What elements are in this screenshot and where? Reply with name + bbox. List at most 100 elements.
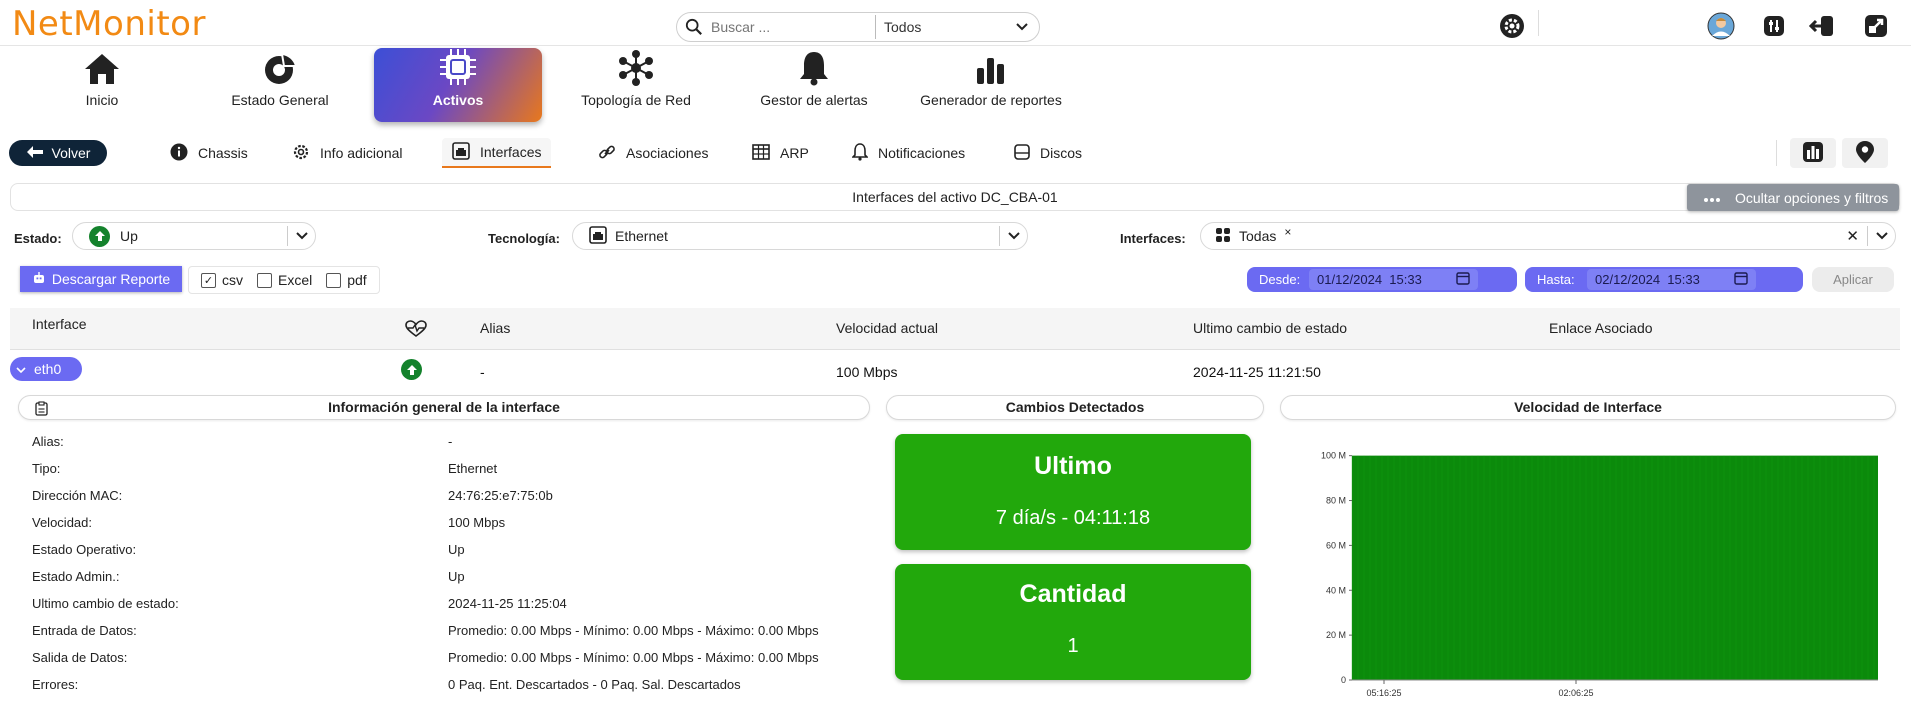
hasta-value: 02/12/2024 15:33 [1595, 272, 1700, 287]
avatar[interactable] [1707, 12, 1735, 40]
hide-filters-button[interactable]: Ocultar opciones y filtros [1687, 184, 1899, 211]
map-view-button[interactable] [1842, 138, 1888, 168]
settings-gear-icon[interactable] [1498, 12, 1526, 40]
col-speed[interactable]: Velocidad actual [836, 320, 938, 336]
table-row[interactable]: eth0 - 100 Mbps 2024-11-25 11:21:50 [10, 352, 1900, 388]
col-last-change[interactable]: Ultimo cambio de estado [1193, 320, 1347, 336]
csv-option[interactable]: ✓ csv [201, 272, 243, 289]
tab-asociaciones[interactable]: Asociaciones [598, 138, 709, 168]
app-logo[interactable]: NetMonitor [12, 4, 206, 44]
pdf-option[interactable]: pdf [326, 272, 367, 289]
nav-estado-general[interactable]: Estado General [220, 48, 340, 122]
excel-option[interactable]: Excel [257, 272, 312, 289]
pie-chart-icon [220, 48, 340, 92]
nav-label: Gestor de alertas [760, 92, 868, 108]
bell-icon [851, 142, 869, 164]
bar-chart-icon [916, 48, 1066, 92]
top-divider [1538, 10, 1539, 36]
count-title: Cantidad [1019, 580, 1127, 608]
search-scope-value: Todos [884, 19, 922, 35]
checkbox-icon[interactable] [326, 273, 342, 289]
download-report-button[interactable]: Descargar Reporte [20, 266, 182, 292]
sub-nav: Volver Chassis Info adicional Interfaces… [0, 138, 1911, 170]
excel-label: Excel [278, 271, 313, 288]
interfaces-label: Interfaces: [1120, 231, 1186, 246]
back-button[interactable]: Volver [9, 140, 107, 166]
logout-icon[interactable] [1808, 12, 1836, 40]
checkbox-checked-icon[interactable]: ✓ [201, 273, 216, 289]
tab-info-adicional[interactable]: Info adicional [292, 138, 403, 168]
row-last-change: 2024-11-25 11:21:50 [1193, 364, 1321, 380]
tab-label: ARP [780, 145, 809, 161]
apply-button[interactable]: Aplicar [1812, 267, 1894, 292]
stats-view-button[interactable] [1790, 138, 1836, 168]
estado-select[interactable]: Up [72, 222, 316, 250]
desde-date-field[interactable]: Desde: 01/12/2024 15:33 [1247, 267, 1517, 292]
x-tick-label: 05:16:25 [1366, 688, 1401, 698]
search-scope-select[interactable]: Todos [876, 19, 1039, 35]
heart-pulse-icon[interactable] [405, 320, 427, 341]
sliders-icon[interactable] [1760, 12, 1788, 40]
info-icon [170, 143, 188, 164]
nav-gestor-alertas[interactable]: Gestor de alertas [752, 48, 876, 122]
open-window-icon[interactable] [1862, 12, 1890, 40]
clear-icon[interactable]: ✕ [1846, 227, 1859, 245]
subnav-divider [1776, 140, 1777, 166]
checkbox-icon[interactable] [257, 273, 272, 289]
col-alias[interactable]: Alias [480, 320, 510, 336]
status-up-icon [89, 225, 110, 247]
calendar-icon[interactable] [1734, 271, 1748, 288]
nav-generador-reportes[interactable]: Generador de reportes [916, 48, 1066, 122]
chip-remove-icon[interactable]: × [1284, 225, 1291, 239]
interfaces-select[interactable]: Todas × ✕ [1200, 222, 1896, 250]
info-label: Ultimo cambio de estado: [32, 596, 179, 611]
main-nav: Inicio Estado General Activos Topología … [0, 48, 1911, 124]
estado-label: Estado: [14, 231, 62, 246]
hasta-date-field[interactable]: Hasta: 02/12/2024 15:33 [1525, 267, 1803, 292]
hasta-input[interactable]: 02/12/2024 15:33 [1587, 269, 1756, 290]
y-tick-label: 60 M [1326, 540, 1346, 550]
nav-label: Activos [432, 92, 484, 108]
info-label: Dirección MAC: [32, 488, 123, 503]
chevron-down-icon [1867, 226, 1895, 246]
col-interface[interactable]: Interface [32, 316, 86, 332]
y-tick-label: 100 M [1321, 451, 1346, 461]
nav-topologia[interactable]: Topología de Red [572, 48, 700, 122]
bar-chart-icon [1802, 141, 1824, 166]
info-label: Estado Operativo: [32, 542, 137, 557]
expand-row-button[interactable]: eth0 [10, 357, 82, 381]
desde-input[interactable]: 01/12/2024 15:33 [1309, 269, 1478, 290]
back-label: Volver [51, 145, 91, 161]
tecnologia-select[interactable]: Ethernet [572, 222, 1028, 250]
chevron-down-icon [16, 361, 26, 377]
estado-value: Up [120, 228, 138, 244]
chevron-down-icon [287, 226, 315, 246]
tecnologia-value: Ethernet [615, 228, 668, 244]
ethernet-icon [452, 141, 470, 163]
robot-icon [32, 271, 46, 288]
tab-interfaces[interactable]: Interfaces [442, 138, 552, 168]
tab-notificaciones[interactable]: Notificaciones [851, 138, 965, 168]
y-tick-label: 20 M [1326, 630, 1346, 640]
info-value: Up [448, 569, 465, 584]
search-input[interactable] [711, 19, 871, 35]
tab-arp[interactable]: ARP [752, 138, 809, 168]
tab-discos[interactable]: Discos [1014, 138, 1082, 168]
info-panel-header: Información general de la interface [18, 395, 870, 420]
search-bar: Todos [676, 12, 1040, 42]
info-label: Entrada de Datos: [32, 623, 137, 638]
tab-chassis[interactable]: Chassis [170, 138, 248, 168]
changes-panel-header: Cambios Detectados [886, 395, 1264, 420]
info-value: Up [448, 542, 465, 557]
info-label: Errores: [32, 677, 79, 692]
disk-icon [1014, 143, 1030, 164]
x-tick-label: 02:06:25 [1558, 688, 1593, 698]
format-options: ✓ csv Excel pdf [188, 266, 380, 294]
nav-activos[interactable]: Activos [374, 48, 542, 122]
calendar-icon[interactable] [1456, 271, 1470, 288]
y-tick-label: 40 M [1326, 585, 1346, 595]
nav-inicio[interactable]: Inicio [52, 48, 152, 122]
search-icon[interactable] [677, 18, 711, 36]
col-link[interactable]: Enlace Asociado [1549, 320, 1653, 336]
network-icon [572, 48, 700, 92]
